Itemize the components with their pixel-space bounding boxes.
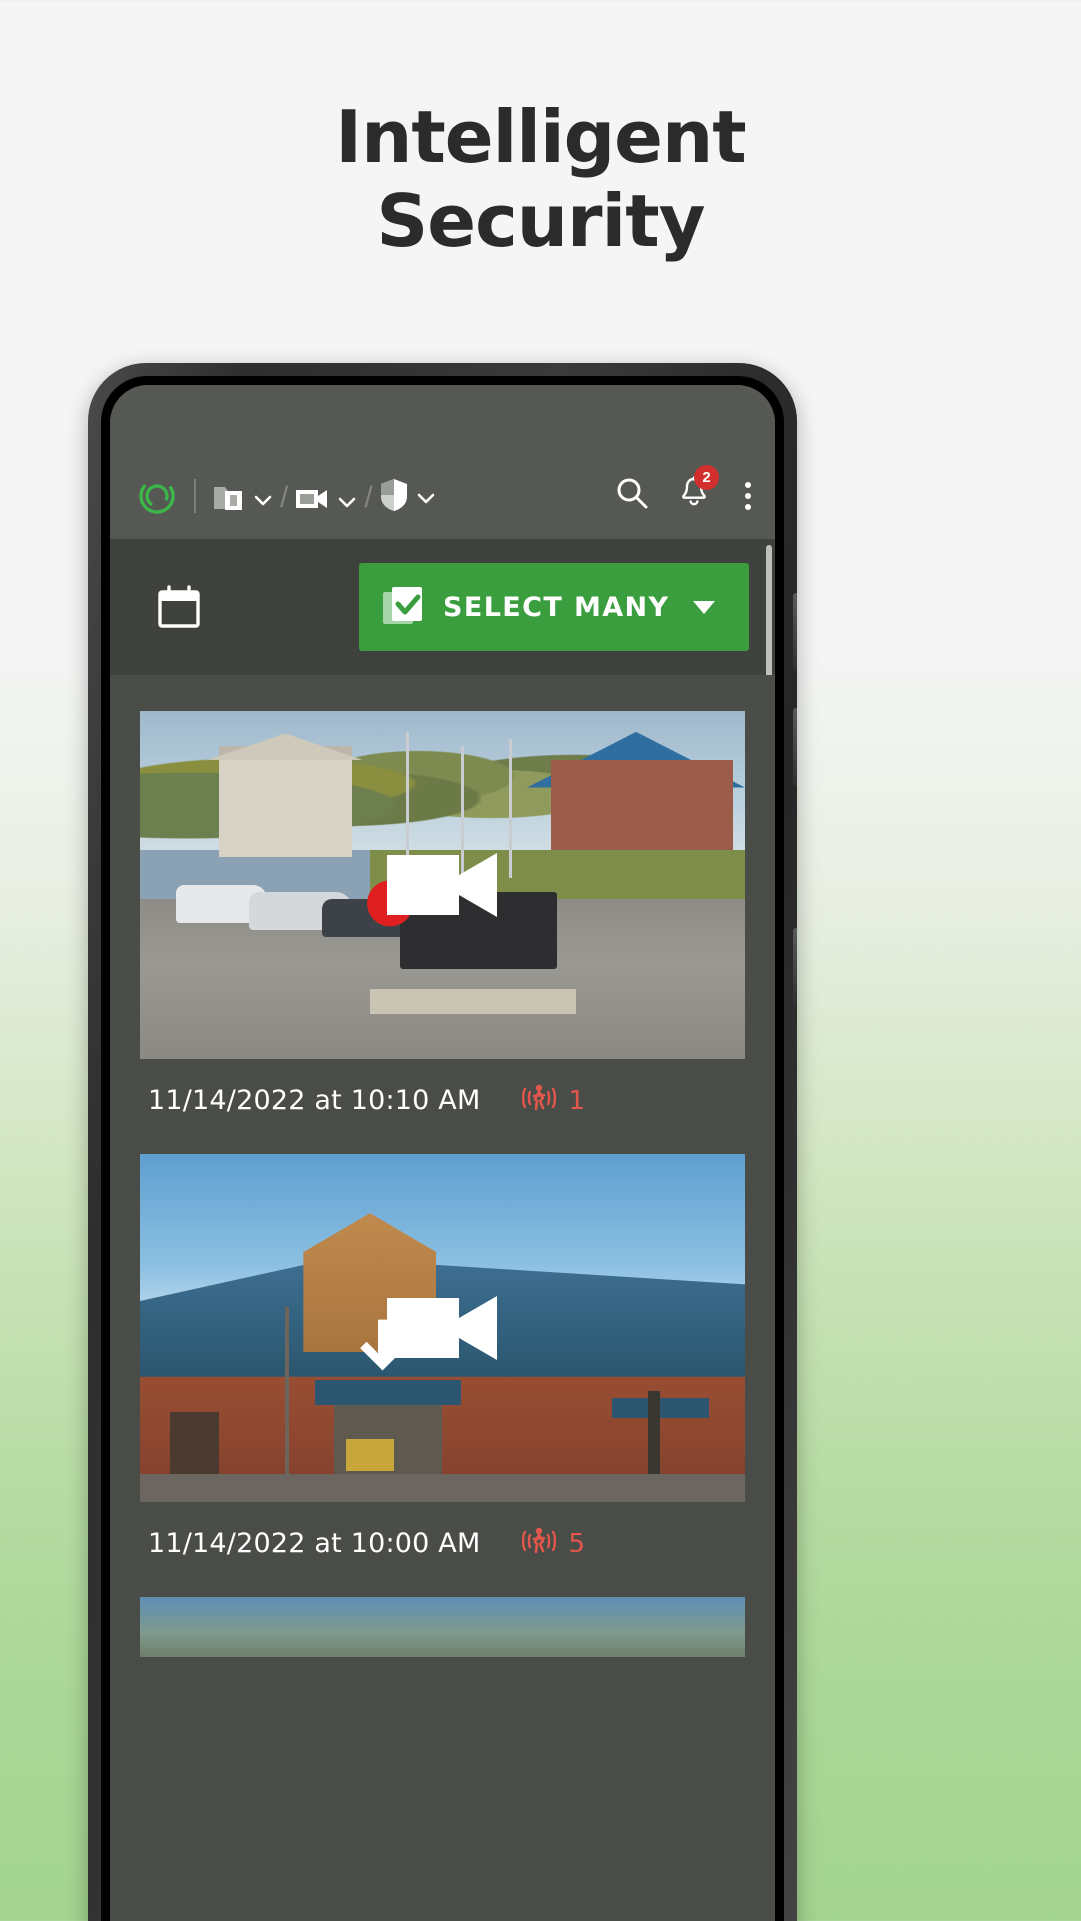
headline-line-2: Security [376, 179, 705, 263]
motion-count: 5 [568, 1528, 586, 1559]
shield-selector[interactable] [379, 478, 437, 517]
toolbar-divider [194, 479, 196, 513]
toolbar-actions: 2 [615, 465, 757, 517]
search-icon[interactable] [615, 476, 649, 515]
event-timestamp: 11/14/2022 at 10:10 AM [148, 1085, 481, 1116]
motion-indicator: 5 [520, 1524, 585, 1563]
video-record-icon[interactable] [385, 845, 501, 925]
list-item[interactable] [140, 1597, 745, 1657]
promo-headline: Intelligent Security [0, 95, 1081, 263]
folder-icon [212, 482, 246, 517]
select-many-button[interactable]: SELECT MANY [359, 563, 749, 651]
camera-icon [294, 486, 330, 517]
download-arrow-icon [354, 1318, 410, 1380]
chevron-down-icon [252, 489, 274, 511]
chevron-down-icon [693, 600, 716, 614]
calendar-icon[interactable] [156, 584, 202, 630]
motion-person-icon [520, 1524, 558, 1563]
event-thumbnail[interactable] [140, 1154, 745, 1502]
toolbar-separator-1: / [280, 481, 289, 514]
phone-button-power [793, 928, 797, 1006]
checkbox-multiple-icon [381, 584, 425, 631]
shield-icon [379, 478, 409, 517]
phone-bezel: / / 2 SELECT MANY 11/14/2022 at 10:10 AM… [101, 376, 784, 1921]
camera-selector[interactable] [294, 486, 358, 517]
chevron-down-icon [336, 491, 358, 513]
event-meta: 11/14/2022 at 10:00 AM 5 [140, 1502, 745, 1571]
scrollbar-thumb[interactable] [766, 545, 772, 685]
phone-button-volume-down [793, 708, 797, 786]
phone-mockup: / / 2 SELECT MANY 11/14/2022 at 10:10 AM… [88, 363, 797, 1921]
event-thumbnail[interactable] [140, 1597, 745, 1657]
app-logo-icon[interactable] [136, 475, 178, 517]
select-many-label: SELECT MANY [443, 591, 670, 623]
list-item[interactable]: 11/14/2022 at 10:00 AM 5 [140, 1154, 745, 1571]
event-meta: 11/14/2022 at 10:10 AM 1 [140, 1059, 745, 1128]
notifications-badge: 2 [694, 465, 719, 490]
chevron-down-icon [415, 487, 437, 509]
motion-count: 1 [568, 1085, 586, 1116]
site-selector[interactable] [212, 482, 274, 517]
motion-person-icon [520, 1081, 558, 1120]
list-item[interactable]: 11/14/2022 at 10:10 AM 1 [140, 711, 745, 1128]
notifications-button[interactable]: 2 [679, 465, 719, 515]
kebab-menu-icon[interactable] [739, 480, 757, 512]
phone-button-volume-up [793, 593, 797, 671]
phone-screen: / / 2 SELECT MANY 11/14/2022 at 10:10 AM… [110, 385, 775, 1921]
headline-line-1: Intelligent [335, 95, 746, 179]
toolbar-separator-2: / [364, 481, 373, 514]
event-thumbnail[interactable] [140, 711, 745, 1059]
app-toolbar: / / 2 [110, 385, 775, 539]
thumbnail-scene-partial [140, 1597, 745, 1657]
filter-bar: SELECT MANY [110, 539, 775, 675]
motion-indicator: 1 [520, 1081, 585, 1120]
event-timestamp: 11/14/2022 at 10:00 AM [148, 1528, 481, 1559]
event-list: 11/14/2022 at 10:10 AM 1 11/14/2022 at 1… [110, 675, 775, 1921]
